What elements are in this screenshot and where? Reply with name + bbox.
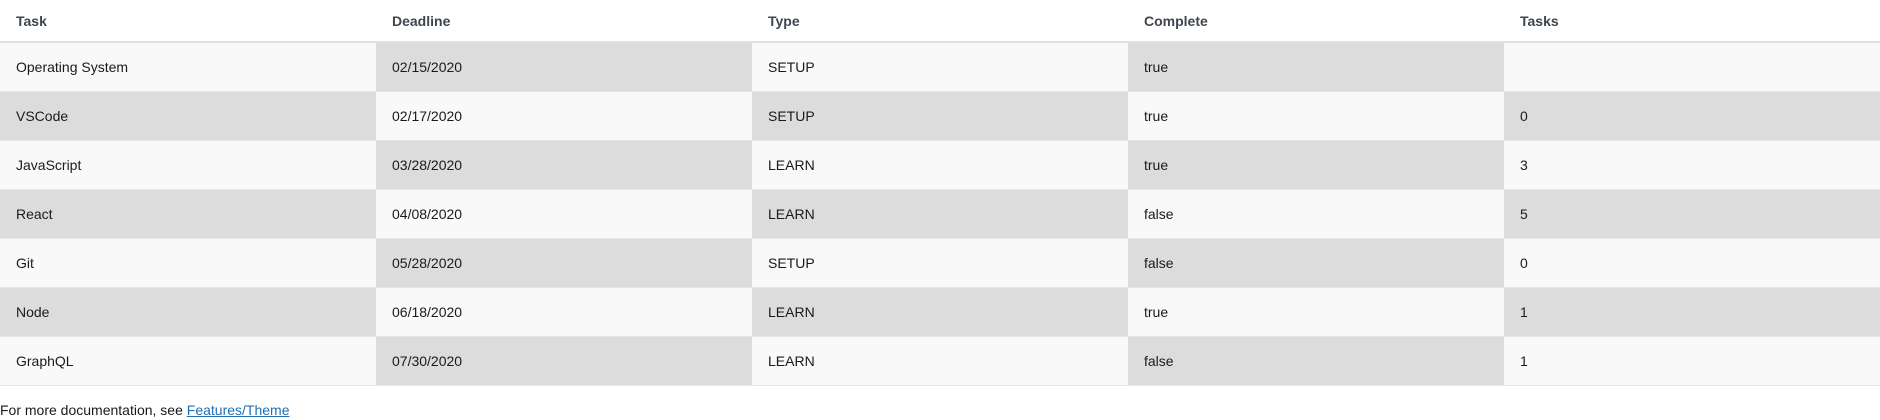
- table-row[interactable]: VSCode 02/17/2020 SETUP true 0: [0, 91, 1880, 141]
- cell-task: JavaScript: [0, 140, 376, 190]
- cell-deadline: 02/17/2020: [376, 91, 752, 141]
- cell-deadline: 06/18/2020: [376, 287, 752, 337]
- cell-deadline: 03/28/2020: [376, 140, 752, 190]
- cell-type: SETUP: [752, 91, 1128, 141]
- footer-text: For more documentation, see: [0, 402, 187, 418]
- cell-type: LEARN: [752, 336, 1128, 386]
- features-theme-link[interactable]: Features/Theme: [187, 402, 290, 418]
- cell-complete: false: [1128, 189, 1504, 239]
- cell-deadline: 04/08/2020: [376, 189, 752, 239]
- cell-tasks: 1: [1504, 287, 1880, 337]
- column-header-deadline[interactable]: Deadline: [376, 0, 752, 43]
- cell-complete: false: [1128, 336, 1504, 386]
- cell-deadline: 05/28/2020: [376, 238, 752, 288]
- cell-type: LEARN: [752, 140, 1128, 190]
- table-row[interactable]: React 04/08/2020 LEARN false 5: [0, 189, 1880, 239]
- column-header-type[interactable]: Type: [752, 0, 1128, 43]
- table-row[interactable]: Operating System 02/15/2020 SETUP true: [0, 42, 1880, 92]
- header-row: Task Deadline Type Complete Tasks: [0, 0, 1880, 43]
- tasks-table: Task Deadline Type Complete Tasks Operat…: [0, 0, 1880, 386]
- footer-note: For more documentation, see Features/The…: [0, 402, 1880, 418]
- cell-complete: true: [1128, 91, 1504, 141]
- cell-tasks: [1504, 42, 1880, 92]
- cell-type: LEARN: [752, 287, 1128, 337]
- cell-complete: true: [1128, 287, 1504, 337]
- table-row[interactable]: Git 05/28/2020 SETUP false 0: [0, 238, 1880, 288]
- table-row[interactable]: Node 06/18/2020 LEARN true 1: [0, 287, 1880, 337]
- cell-task: Operating System: [0, 42, 376, 92]
- cell-tasks: 0: [1504, 238, 1880, 288]
- table-row[interactable]: JavaScript 03/28/2020 LEARN true 3: [0, 140, 1880, 190]
- cell-deadline: 02/15/2020: [376, 42, 752, 92]
- cell-tasks: 0: [1504, 91, 1880, 141]
- column-header-task[interactable]: Task: [0, 0, 376, 43]
- table-row[interactable]: GraphQL 07/30/2020 LEARN false 1: [0, 336, 1880, 386]
- cell-tasks: 3: [1504, 140, 1880, 190]
- cell-type: LEARN: [752, 189, 1128, 239]
- cell-tasks: 5: [1504, 189, 1880, 239]
- column-header-complete[interactable]: Complete: [1128, 0, 1504, 43]
- cell-complete: true: [1128, 140, 1504, 190]
- cell-task: Node: [0, 287, 376, 337]
- cell-task: React: [0, 189, 376, 239]
- cell-task: Git: [0, 238, 376, 288]
- cell-tasks: 1: [1504, 336, 1880, 386]
- cell-type: SETUP: [752, 42, 1128, 92]
- column-header-tasks[interactable]: Tasks: [1504, 0, 1880, 43]
- cell-complete: true: [1128, 42, 1504, 92]
- cell-type: SETUP: [752, 238, 1128, 288]
- cell-task: VSCode: [0, 91, 376, 141]
- cell-deadline: 07/30/2020: [376, 336, 752, 386]
- cell-task: GraphQL: [0, 336, 376, 386]
- cell-complete: false: [1128, 238, 1504, 288]
